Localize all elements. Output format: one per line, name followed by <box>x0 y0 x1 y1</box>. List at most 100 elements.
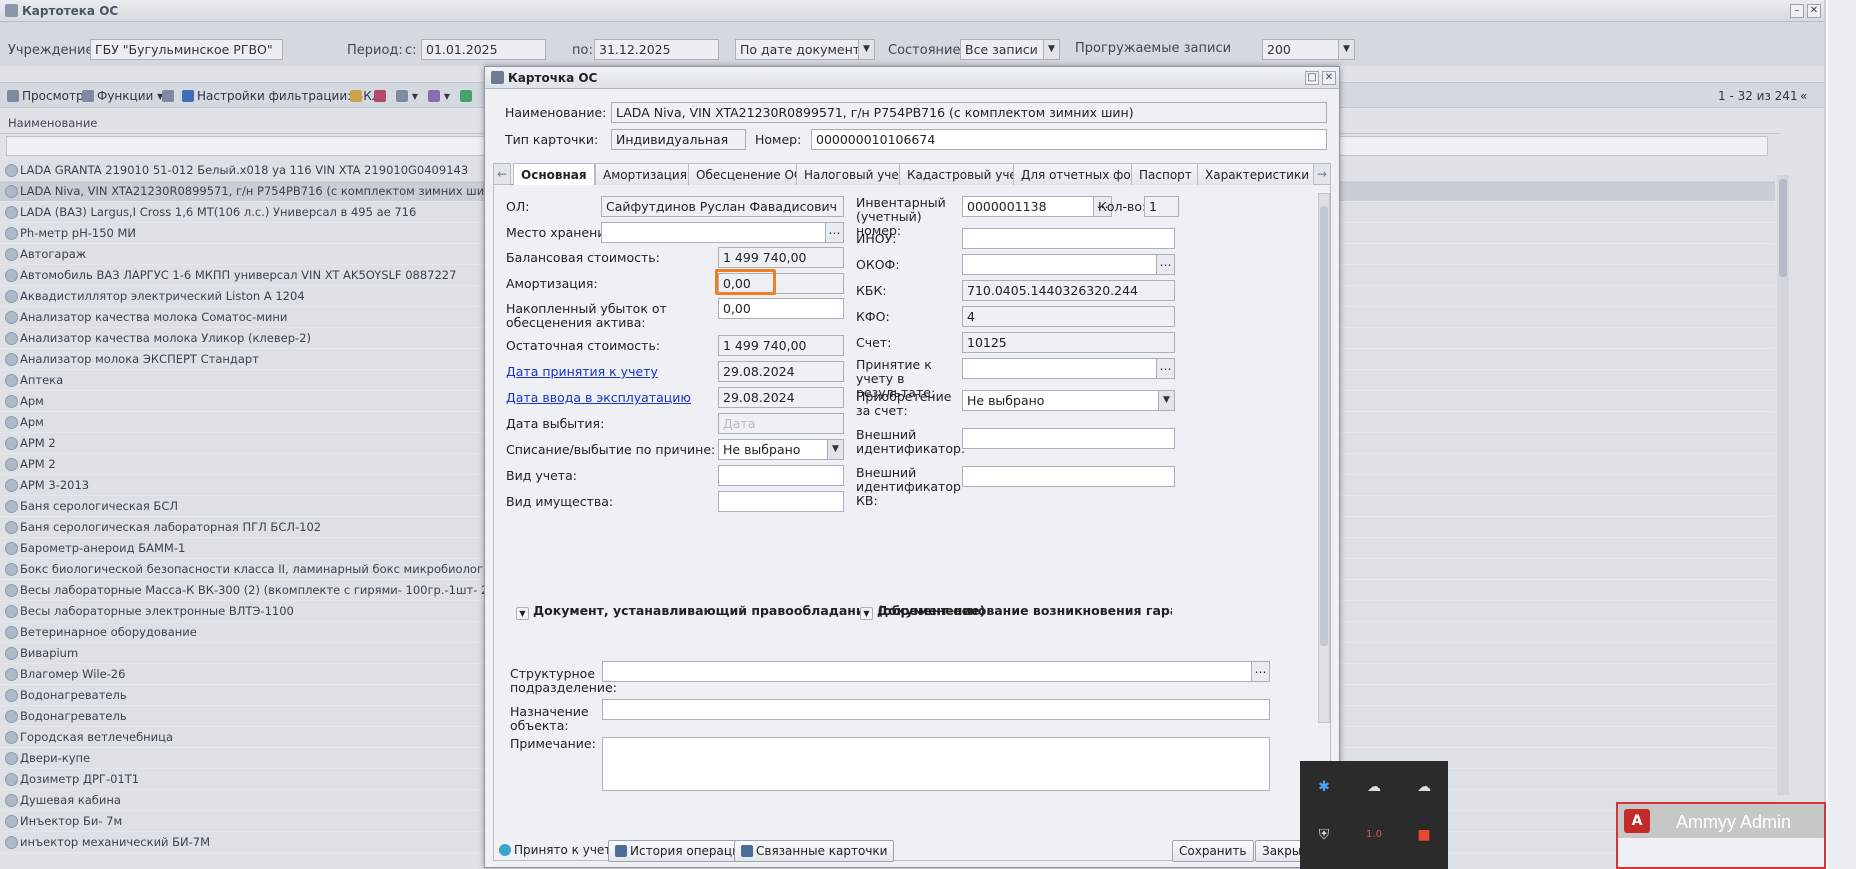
name-field[interactable]: LADA Niva, VIN XTA21230R0899571, г/н Р75… <box>611 102 1327 123</box>
tab-next-icon[interactable]: → <box>1313 163 1331 185</box>
note-textarea[interactable] <box>602 737 1270 791</box>
ammyy-admin-window[interactable]: A Ammyy Admin <box>1616 802 1826 869</box>
expand-icon[interactable] <box>5 521 18 534</box>
shield-icon[interactable]: ⛨ <box>1314 825 1334 845</box>
expand-icon[interactable] <box>5 353 18 366</box>
account-field[interactable]: 10125 <box>962 332 1175 353</box>
more-icon[interactable]: … <box>825 223 843 242</box>
expand-icon[interactable] <box>5 206 18 219</box>
accept-date-link[interactable]: Дата принятия к учету <box>506 365 658 379</box>
antivirus-icon[interactable]: 1.0 <box>1364 825 1384 845</box>
tab-passport[interactable]: Паспорт <box>1131 163 1200 185</box>
expand-icon[interactable] <box>5 563 18 576</box>
save-button[interactable]: Сохранить <box>1172 840 1254 862</box>
tab-cadastral[interactable]: Кадастровый учет <box>899 163 1032 185</box>
exploit-date-link[interactable]: Дата ввода в эксплуатацию <box>506 391 691 405</box>
from-date-field[interactable]: 01.01.2025 <box>421 39 546 60</box>
scrollbar-thumb[interactable] <box>1779 179 1787 277</box>
tab-main[interactable]: Основная <box>513 163 595 186</box>
expand-icon[interactable] <box>5 647 18 660</box>
collapse-icon[interactable]: « <box>1800 89 1807 103</box>
expand-icon[interactable] <box>5 311 18 324</box>
expand-icon[interactable] <box>5 269 18 282</box>
ext-id-field[interactable] <box>962 428 1175 449</box>
linked-cards-button[interactable]: Связанные карточки <box>734 840 895 862</box>
minimize-button[interactable]: – <box>1790 4 1804 18</box>
writeoff-select[interactable]: Не выбрано ▼ <box>718 439 844 460</box>
expand-icon[interactable] <box>5 227 18 240</box>
close-icon[interactable]: ✕ <box>1322 71 1336 85</box>
functions-menu-button[interactable]: Функции ▾ <box>82 89 163 103</box>
acquire-select[interactable]: Не выбрано ▼ <box>962 390 1175 411</box>
cloud-off-icon[interactable]: ☁ <box>1414 777 1434 797</box>
tab-amortization[interactable]: Амортизация <box>595 163 695 185</box>
kfo-field[interactable]: 4 <box>962 306 1175 327</box>
edit-icon[interactable] <box>350 89 362 103</box>
inou-field[interactable] <box>962 228 1175 249</box>
residual-field[interactable]: 1 499 740,00 <box>718 335 844 356</box>
expand-icon[interactable] <box>5 584 18 597</box>
maximize-icon[interactable]: □ <box>1305 71 1319 85</box>
doc-warranty-section[interactable]: ▼ Документ-основание возникновения гарант… <box>860 603 1172 620</box>
chevron-down-icon[interactable]: ▼ <box>858 40 874 59</box>
storage-field[interactable]: … <box>601 222 844 243</box>
card-type-field[interactable]: Индивидуальная <box>611 129 746 150</box>
property-type-field[interactable] <box>718 491 844 512</box>
refresh-icon[interactable] <box>460 89 472 103</box>
expand-icon[interactable] <box>5 500 18 513</box>
scrollbar-thumb[interactable] <box>1320 206 1328 646</box>
expand-icon[interactable] <box>5 773 18 786</box>
ext-id-kv-field[interactable] <box>962 466 1175 487</box>
tab-impairment[interactable]: Обесценение ОС <box>688 163 811 185</box>
state-select[interactable]: Все записи ▼ <box>960 39 1060 60</box>
result-field[interactable]: … <box>962 358 1175 379</box>
expand-icon[interactable] <box>5 668 18 681</box>
more-icon[interactable]: … <box>1156 255 1174 274</box>
close-main-button[interactable]: ✕ <box>1807 4 1821 18</box>
expand-icon[interactable] <box>5 605 18 618</box>
kbk-field[interactable]: 710.0405.1440326320.244 <box>962 280 1175 301</box>
to-date-field[interactable]: 31.12.2025 <box>594 39 719 60</box>
expand-icon[interactable] <box>5 710 18 723</box>
expand-icon[interactable] <box>5 164 18 177</box>
app-tray-icon[interactable]: ■ <box>1414 825 1434 845</box>
chevron-down-icon[interactable]: ▼ <box>516 607 529 620</box>
chevron-down-icon[interactable]: ▼ <box>1043 40 1059 59</box>
tab-characteristics[interactable]: Характеристики <box>1197 163 1318 185</box>
expand-icon[interactable] <box>5 248 18 261</box>
expand-icon[interactable] <box>5 290 18 303</box>
loaded-records-select[interactable]: 200 ▼ <box>1262 39 1355 60</box>
inventory-number-field[interactable]: 0000001138… <box>962 196 1112 217</box>
expand-icon[interactable] <box>5 815 18 828</box>
expand-icon[interactable] <box>5 395 18 408</box>
expand-icon[interactable] <box>5 836 18 849</box>
grid-icon[interactable] <box>374 89 386 103</box>
expand-icon[interactable] <box>5 689 18 702</box>
okof-field[interactable]: … <box>962 254 1175 275</box>
view-button[interactable]: Просмотр <box>7 89 84 103</box>
ol-field[interactable]: Сайфутдинов Руслан Фавадисович <box>601 196 844 217</box>
chevron-down-icon[interactable]: ▼ <box>827 440 843 459</box>
expand-icon[interactable] <box>5 626 18 639</box>
expand-icon[interactable] <box>5 794 18 807</box>
export-icon[interactable]: ▾ <box>428 89 450 103</box>
accepted-button[interactable]: Принято к учету <box>493 840 624 862</box>
expand-icon[interactable] <box>5 185 18 198</box>
print-icon[interactable]: ▾ <box>396 89 418 103</box>
tab-tax[interactable]: Налоговый учет <box>796 163 914 185</box>
expand-icon[interactable] <box>5 731 18 744</box>
more-icon[interactable]: … <box>1156 359 1174 378</box>
more-icon[interactable]: … <box>1251 662 1269 681</box>
account-type-field[interactable] <box>718 465 844 486</box>
chevron-down-icon[interactable]: ▼ <box>1158 391 1174 410</box>
number-field[interactable]: 000000010106674 <box>811 129 1327 150</box>
list-scrollbar[interactable] <box>1777 175 1789 795</box>
expand-icon[interactable] <box>5 752 18 765</box>
balance-field[interactable]: 1 499 740,00 <box>718 247 844 268</box>
chevron-down-icon[interactable]: ▼ <box>1338 40 1354 59</box>
panel-scrollbar[interactable] <box>1318 193 1330 723</box>
history-button[interactable]: История операций <box>608 840 755 862</box>
purpose-field[interactable] <box>602 699 1270 720</box>
expand-icon[interactable] <box>5 416 18 429</box>
impairment-loss-field[interactable]: 0,00 <box>718 298 844 319</box>
